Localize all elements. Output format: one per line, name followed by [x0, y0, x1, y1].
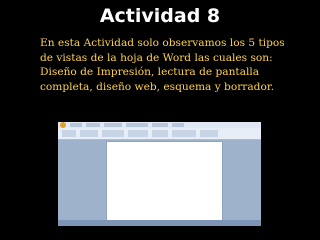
- status-bar: [58, 220, 261, 226]
- ribbon-group: [172, 130, 196, 137]
- ribbon-tab: [126, 123, 148, 127]
- ribbon-group: [152, 130, 168, 137]
- ribbon-tab: [104, 123, 122, 127]
- document-workspace: [58, 140, 261, 223]
- ribbon-tab: [172, 123, 184, 127]
- ribbon-group: [200, 130, 218, 137]
- blank-page: [106, 141, 223, 223]
- word-screenshot: [58, 122, 261, 226]
- ribbon-group: [62, 130, 76, 137]
- ribbon: [58, 128, 261, 140]
- slide-body-text: En esta Actividad solo observamos los 5 …: [40, 37, 285, 93]
- ribbon-tab: [70, 123, 82, 127]
- ribbon-tab: [152, 123, 168, 127]
- ribbon-group: [128, 130, 148, 137]
- ribbon-group: [102, 130, 124, 137]
- slide-title: Actividad 8: [99, 5, 221, 27]
- ribbon-tab: [86, 123, 100, 127]
- ribbon-group: [80, 130, 98, 137]
- slide: Actividad 8 En esta Actividad solo obser…: [0, 0, 320, 240]
